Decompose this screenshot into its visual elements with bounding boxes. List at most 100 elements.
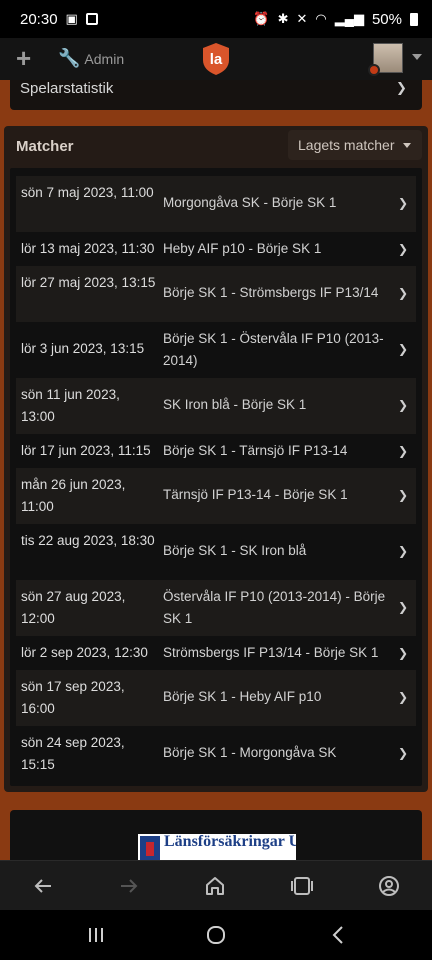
alarm-icon: ⏰ — [253, 11, 270, 26]
match-date: sön 11 jun 2023, 13:00 — [21, 387, 120, 424]
match-date: tis 22 aug 2023, 18:30 — [21, 533, 155, 548]
match-teams: Börje SK 1 - Strömsbergs IF P13/14 — [163, 285, 379, 300]
admin-button[interactable]: 🔧 Admin — [58, 48, 124, 69]
match-date: lör 17 jun 2023, 11:15 — [21, 443, 151, 458]
match-row[interactable]: lör 13 maj 2023, 11:30 Heby AIF p10 - Bö… — [16, 232, 416, 266]
app-header: + 🔧 Admin la — [0, 38, 432, 80]
match-teams: Börje SK 1 - Östervåla IF P10 (2013-2014… — [163, 331, 384, 368]
wifi-icon: ◠ — [315, 11, 327, 26]
match-date: sön 17 sep 2023, 16:00 — [21, 679, 125, 716]
match-row[interactable]: lör 3 jun 2023, 13:15 Börje SK 1 - Öster… — [16, 322, 416, 378]
chevron-right-icon: ❯ — [398, 342, 409, 356]
plus-icon[interactable]: + — [16, 45, 31, 71]
chevron-down-icon — [402, 142, 411, 148]
tabs-icon — [291, 877, 313, 895]
chevron-right-icon: ❯ — [398, 398, 409, 412]
battery-icon — [410, 12, 418, 26]
checkbox-notification-icon — [85, 13, 98, 25]
image-notification-icon: ▣ — [65, 11, 78, 26]
match-row[interactable]: lör 17 jun 2023, 11:15 Börje SK 1 - Tärn… — [16, 434, 416, 468]
match-date: sön 24 sep 2023, 15:15 — [21, 735, 125, 772]
back-button[interactable] — [19, 861, 67, 911]
sponsor-card: Länsförsäkringar Uppsala — [10, 810, 422, 860]
forward-button[interactable] — [105, 861, 153, 911]
system-nav-bar — [0, 910, 432, 960]
match-teams: Strömsbergs IF P13/14 - Börje SK 1 — [163, 645, 379, 660]
battery-percent: 50% — [371, 10, 402, 28]
account-button[interactable] — [365, 861, 413, 911]
match-row[interactable]: sön 27 aug 2023, 12:00 Östervåla IF P10 … — [16, 580, 416, 636]
match-teams: Morgongåva SK - Börje SK 1 — [163, 195, 337, 210]
player-stats-title: Spelarstatistik — [20, 80, 114, 97]
home-nav-icon — [207, 926, 225, 944]
match-row[interactable]: lör 27 maj 2023, 13:15 Börje SK 1 - Strö… — [16, 266, 416, 322]
chevron-right-icon: ❯ — [398, 746, 409, 760]
match-row[interactable]: mån 26 jun 2023, 11:00 Tärnsjö IF P13-14… — [16, 468, 416, 524]
arrow-left-icon — [34, 879, 51, 893]
account-icon — [379, 876, 399, 896]
sponsor-logo-icon — [140, 836, 160, 860]
match-teams: Tärnsjö IF P13-14 - Börje SK 1 — [163, 487, 348, 502]
match-row[interactable]: sön 17 sep 2023, 16:00 Börje SK 1 - Heby… — [16, 670, 416, 726]
wrench-icon: 🔧 — [58, 48, 81, 68]
back-nav-icon — [332, 926, 343, 944]
browser-toolbar — [0, 860, 432, 910]
chevron-right-icon: ❯ — [396, 80, 407, 95]
match-date: sön 7 maj 2023, 11:00 — [21, 185, 154, 200]
matches-panel: Matcher Lagets matcher sön 7 maj 2023, 1… — [4, 126, 428, 792]
avatar-status-dot — [368, 64, 380, 76]
admin-label: Admin — [84, 50, 125, 67]
chevron-right-icon: ❯ — [398, 488, 409, 502]
arrow-right-icon — [121, 879, 138, 893]
mute-icon: ✕ — [296, 11, 308, 26]
match-date: lör 27 maj 2023, 13:15 — [21, 275, 156, 290]
chevron-right-icon: ❯ — [398, 600, 409, 614]
match-row[interactable]: sön 7 maj 2023, 11:00 Morgongåva SK - Bö… — [16, 176, 416, 232]
match-date: mån 26 jun 2023, 11:00 — [21, 477, 126, 514]
match-date: lör 2 sep 2023, 12:30 — [21, 645, 148, 660]
match-date: lör 3 jun 2023, 13:15 — [21, 341, 145, 356]
match-teams: Börje SK 1 - Morgongåva SK — [163, 745, 337, 760]
match-teams: Börje SK 1 - Tärnsjö IF P13-14 — [163, 443, 348, 458]
player-stats-card[interactable]: Spelarstatistik ❯ — [10, 80, 422, 110]
match-date: sön 27 aug 2023, 12:00 — [21, 589, 126, 626]
tabs-button[interactable] — [278, 861, 326, 911]
chevron-right-icon: ❯ — [398, 196, 409, 210]
system-status-bar: 20:30 ▣ ⏰ ✱ ✕ ◠ ▂▄▆ 50% — [0, 0, 432, 38]
sponsor-banner[interactable]: Länsförsäkringar Uppsala — [138, 834, 296, 860]
recents-icon — [89, 928, 103, 942]
sponsor-text: Länsförsäkringar Uppsala — [164, 834, 296, 850]
chevron-right-icon: ❯ — [398, 444, 409, 458]
home-nav-button[interactable] — [186, 910, 246, 960]
chevron-right-icon: ❯ — [398, 646, 409, 660]
chevron-right-icon: ❯ — [398, 286, 409, 300]
recents-button[interactable] — [66, 910, 126, 960]
chevron-down-icon[interactable] — [412, 54, 422, 60]
team-logo[interactable]: la — [201, 42, 231, 76]
home-button[interactable] — [191, 861, 239, 911]
bluetooth-icon: ✱ — [277, 11, 289, 26]
match-row[interactable]: sön 24 sep 2023, 15:15 Börje SK 1 - Morg… — [16, 726, 416, 782]
match-row[interactable]: tis 22 aug 2023, 18:30 Börje SK 1 - SK I… — [16, 524, 416, 580]
home-icon — [206, 877, 224, 895]
match-teams: Börje SK 1 - Heby AIF p10 — [163, 689, 322, 704]
back-nav-button[interactable] — [308, 910, 368, 960]
page-content: Spelarstatistik ❯ Matcher Lagets matcher… — [0, 80, 432, 860]
svg-text:la: la — [210, 51, 223, 68]
match-teams: Heby AIF p10 - Börje SK 1 — [163, 241, 322, 256]
match-row[interactable]: sön 11 jun 2023, 13:00 SK Iron blå - Bör… — [16, 378, 416, 434]
match-teams: SK Iron blå - Börje SK 1 — [163, 397, 307, 412]
chevron-right-icon: ❯ — [398, 544, 409, 558]
match-teams: Börje SK 1 - SK Iron blå — [163, 543, 307, 558]
match-teams: Östervåla IF P10 (2013-2014) - Börje SK … — [163, 589, 386, 626]
status-time: 20:30 — [20, 10, 58, 28]
matches-filter-label: Lagets matcher — [298, 137, 395, 153]
match-date: lör 13 maj 2023, 11:30 — [21, 241, 155, 256]
chevron-right-icon: ❯ — [398, 690, 409, 704]
chevron-right-icon: ❯ — [398, 242, 409, 256]
match-row[interactable]: lör 2 sep 2023, 12:30 Strömsbergs IF P13… — [16, 636, 416, 670]
matches-title: Matcher — [16, 138, 74, 155]
matches-filter-dropdown[interactable]: Lagets matcher — [288, 130, 422, 160]
matches-list: sön 7 maj 2023, 11:00 Morgongåva SK - Bö… — [10, 168, 422, 786]
signal-icon: ▂▄▆ — [334, 11, 364, 26]
